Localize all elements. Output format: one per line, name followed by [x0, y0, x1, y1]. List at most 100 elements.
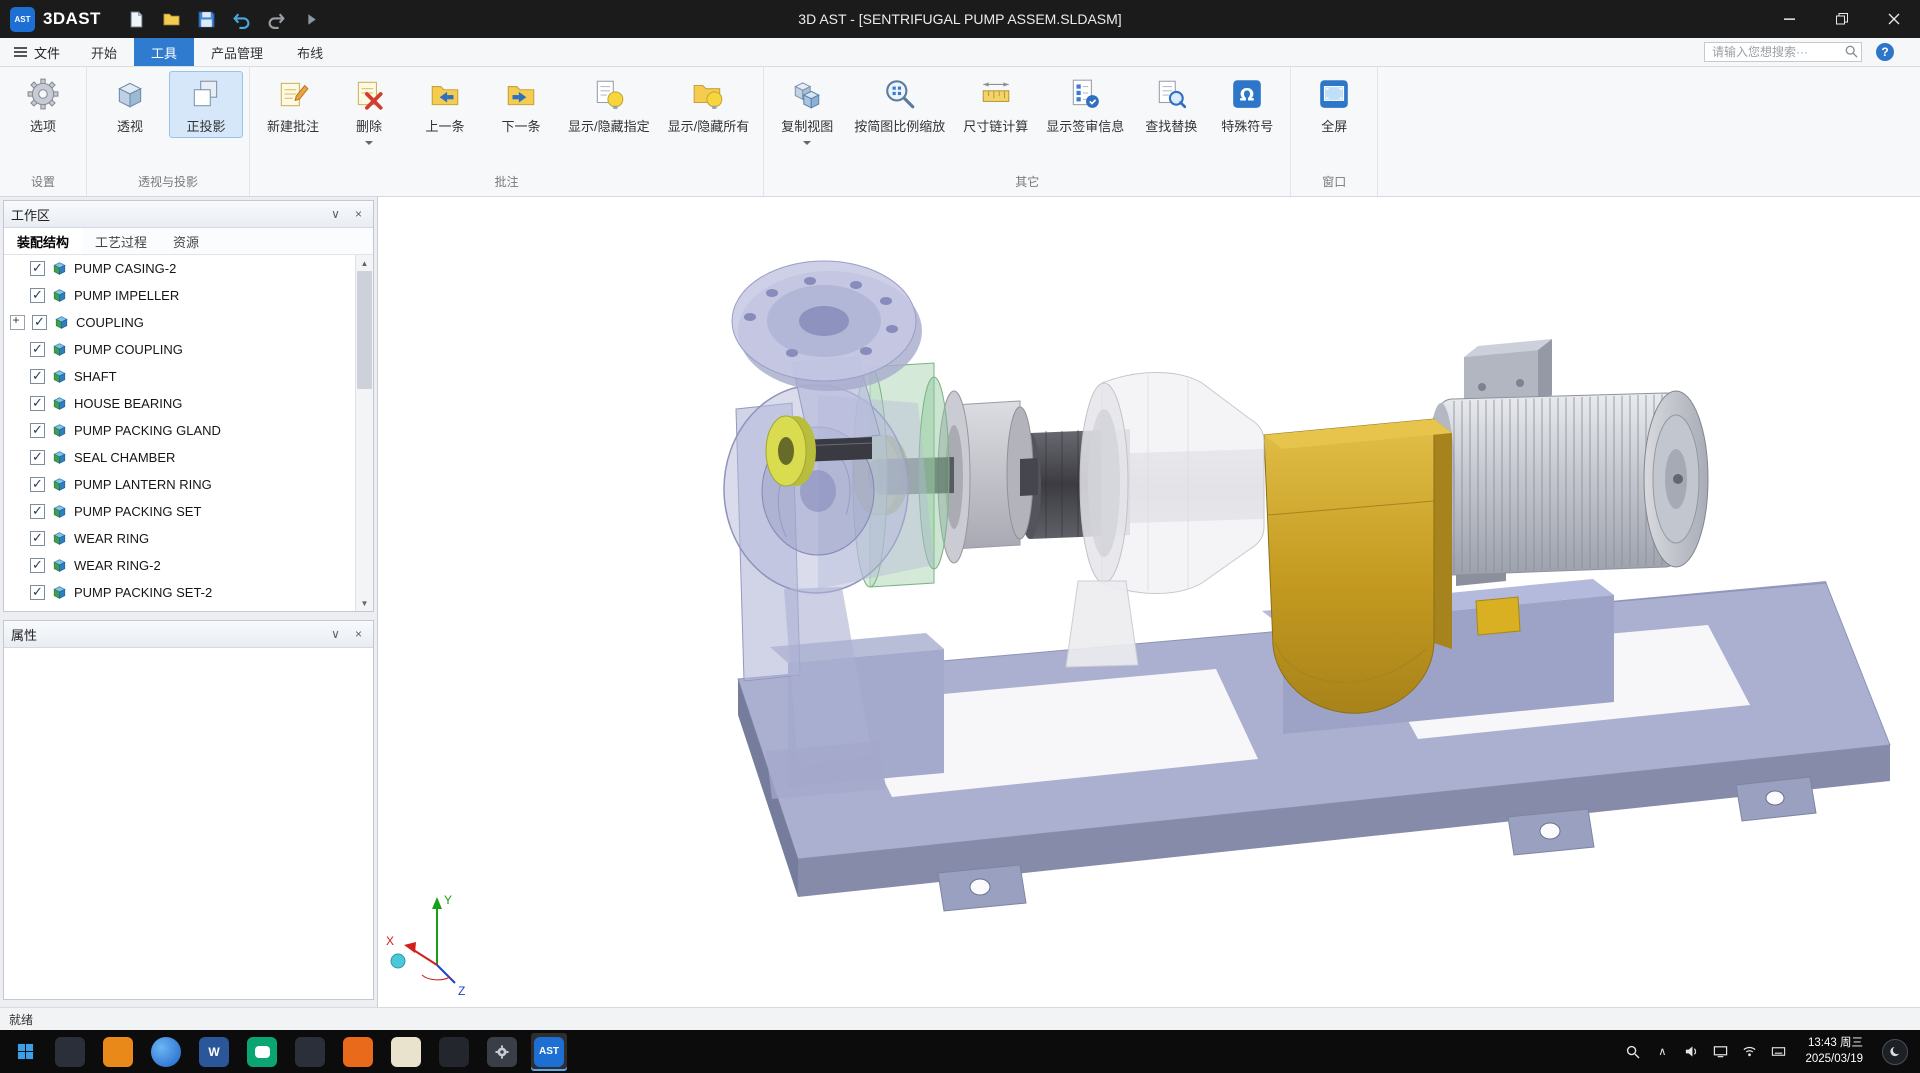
word-icon[interactable]: W [199, 1037, 229, 1067]
find-replace-button[interactable]: 查找替换 [1134, 71, 1208, 138]
tree-item[interactable]: COUPLING [4, 309, 355, 336]
notification-icon[interactable] [1882, 1039, 1908, 1065]
new-annotation-button[interactable]: 新建批注 [256, 71, 330, 138]
start-button[interactable] [4, 1030, 46, 1073]
visibility-checkbox[interactable] [30, 369, 45, 384]
file-menu-button[interactable]: 文件 [0, 38, 74, 66]
taskbar-app-icon-6[interactable] [439, 1037, 469, 1067]
tree-item[interactable]: PUMP LANTERN RING [4, 471, 355, 498]
ribbon-group-projection: 透视 正投影 透视与投影 [87, 67, 250, 196]
keyboard-icon[interactable] [1770, 1044, 1786, 1060]
copy-view-button[interactable]: 复制视图 [770, 71, 844, 148]
perspective-cube-icon [113, 77, 147, 111]
chat-app-icon[interactable] [247, 1037, 277, 1067]
scrollbar-thumb[interactable] [357, 271, 372, 389]
taskbar-app-icon-1[interactable] [103, 1037, 133, 1067]
tab-routing[interactable]: 布线 [280, 38, 340, 66]
collapse-panel-icon[interactable]: ∨ [328, 207, 343, 222]
taskbar-app-icon-2[interactable] [151, 1037, 181, 1067]
tree-item[interactable]: SEAL CHAMBER [4, 444, 355, 471]
redo-icon[interactable] [267, 10, 286, 29]
scroll-down-icon[interactable]: ▼ [356, 595, 373, 611]
collapse-panel-icon[interactable]: ∨ [328, 627, 343, 642]
tab-start[interactable]: 开始 [74, 38, 134, 66]
taskbar-app-icon-5[interactable] [391, 1037, 421, 1067]
save-icon[interactable] [197, 10, 216, 29]
undo-icon[interactable] [232, 10, 251, 29]
visibility-checkbox[interactable] [30, 423, 45, 438]
tree-item[interactable]: SHAFT [4, 363, 355, 390]
scroll-up-icon[interactable]: ▲ [356, 255, 373, 271]
3d-viewport[interactable]: Y X Z [378, 197, 1920, 1007]
dimension-chain-icon [979, 77, 1013, 111]
visibility-checkbox[interactable] [30, 504, 45, 519]
ast-app-icon[interactable]: AST [534, 1037, 564, 1067]
fullscreen-button[interactable]: 全屏 [1297, 71, 1371, 138]
tree-scrollbar[interactable]: ▲ ▼ [355, 255, 373, 611]
special-symbol-button[interactable]: Ω 特殊符号 [1210, 71, 1284, 138]
tab-tools[interactable]: 工具 [134, 38, 194, 66]
display-icon[interactable] [1712, 1044, 1728, 1060]
close-panel-icon[interactable]: × [351, 207, 366, 222]
volume-icon[interactable] [1683, 1044, 1699, 1060]
visibility-checkbox[interactable] [30, 585, 45, 600]
tree-item[interactable]: PUMP PACKING SET [4, 498, 355, 525]
search-input[interactable] [1704, 42, 1862, 62]
perspective-button[interactable]: 透视 [93, 71, 167, 138]
new-document-icon[interactable] [127, 10, 146, 29]
visibility-checkbox[interactable] [30, 261, 45, 276]
tree-item[interactable]: WEAR RING [4, 525, 355, 552]
tree-item[interactable]: HOUSE BEARING [4, 390, 355, 417]
visibility-checkbox[interactable] [30, 288, 45, 303]
visibility-checkbox[interactable] [30, 558, 45, 573]
expand-toggle-icon[interactable] [10, 315, 25, 330]
network-icon[interactable] [1741, 1044, 1757, 1060]
open-file-icon[interactable] [162, 10, 181, 29]
restore-button[interactable] [1816, 0, 1868, 38]
tab-assembly-structure[interactable]: 装配结构 [4, 228, 82, 254]
visibility-checkbox[interactable] [30, 531, 45, 546]
taskbar-app-icon-3[interactable] [295, 1037, 325, 1067]
search-box[interactable] [1704, 42, 1862, 62]
close-panel-icon[interactable]: × [351, 627, 366, 642]
help-icon[interactable]: ? [1876, 43, 1894, 61]
visibility-checkbox[interactable] [30, 396, 45, 411]
close-button[interactable] [1868, 0, 1920, 38]
visibility-checkbox[interactable] [30, 342, 45, 357]
part-icon [51, 422, 68, 439]
tray-search-icon[interactable] [1625, 1044, 1641, 1060]
tree-item[interactable]: WEAR RING-2 [4, 552, 355, 579]
ribbon-group-annotations: 新建批注 删除 上一条 下一条 显示/隐藏指定 显示/隐藏所有 [250, 67, 764, 196]
tab-resources[interactable]: 资源 [160, 228, 212, 254]
dimension-chain-button[interactable]: 尺寸链计算 [955, 71, 1036, 138]
scale-by-diagram-button[interactable]: 按简图比例缩放 [846, 71, 953, 138]
svg-text:Ω: Ω [1240, 85, 1254, 105]
show-hide-all-button[interactable]: 显示/隐藏所有 [660, 71, 758, 138]
tree-item[interactable]: PUMP CASING-2 [4, 255, 355, 282]
options-button[interactable]: 选项 [6, 71, 80, 138]
minimize-button[interactable] [1764, 0, 1816, 38]
tree-item[interactable]: PUMP PACKING GLAND [4, 417, 355, 444]
quick-access-more-icon[interactable] [302, 10, 321, 29]
button-label: 下一条 [501, 116, 540, 135]
tab-process[interactable]: 工艺过程 [82, 228, 160, 254]
review-info-button[interactable]: 显示签审信息 [1038, 71, 1132, 138]
taskbar-clock[interactable]: 13:43 周三 2025/03/19 [1805, 1036, 1863, 1067]
tree-item[interactable]: PUMP PACKING SET-2 [4, 579, 355, 606]
taskbar-app-icon-0[interactable] [55, 1037, 85, 1067]
settings-gear-icon[interactable] [487, 1037, 517, 1067]
visibility-checkbox[interactable] [32, 315, 47, 330]
tree-item[interactable]: PUMP IMPELLER [4, 282, 355, 309]
chevron-up-icon[interactable]: ∧ [1654, 1044, 1670, 1060]
show-hide-specified-icon [592, 77, 626, 111]
tab-product-management[interactable]: 产品管理 [194, 38, 280, 66]
tree-item[interactable]: PUMP COUPLING [4, 336, 355, 363]
show-hide-specified-button[interactable]: 显示/隐藏指定 [560, 71, 658, 138]
next-annotation-button[interactable]: 下一条 [484, 71, 558, 138]
visibility-checkbox[interactable] [30, 477, 45, 492]
previous-annotation-button[interactable]: 上一条 [408, 71, 482, 138]
delete-annotation-button[interactable]: 删除 [332, 71, 406, 148]
taskbar-app-icon-4[interactable] [343, 1037, 373, 1067]
visibility-checkbox[interactable] [30, 450, 45, 465]
orthographic-button[interactable]: 正投影 [169, 71, 243, 138]
